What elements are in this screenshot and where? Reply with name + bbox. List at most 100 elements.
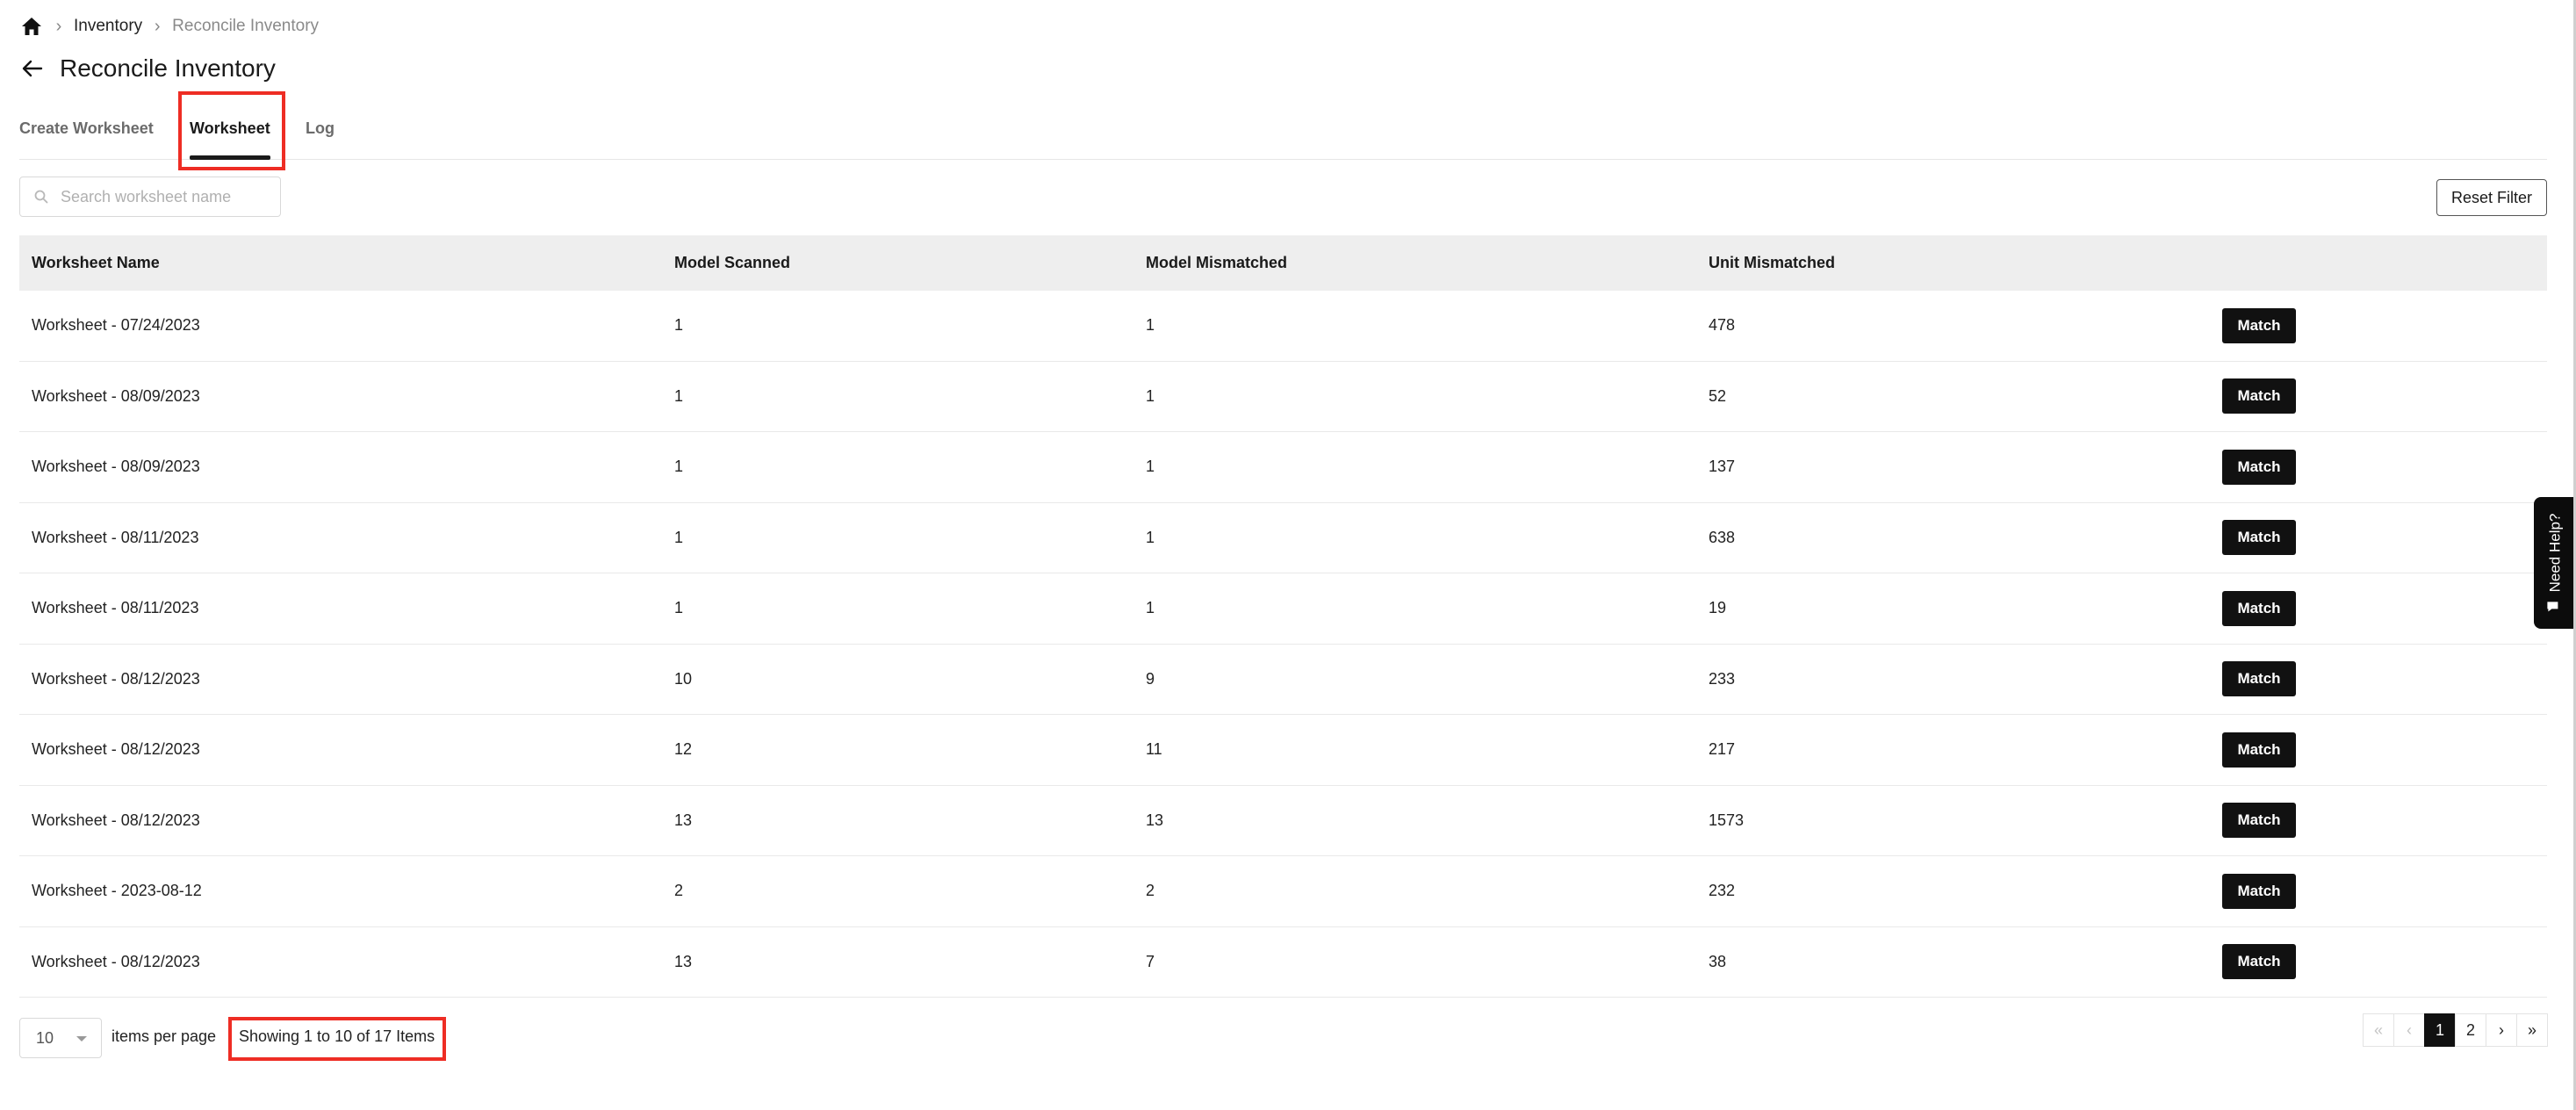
pagination-first-button: « [2363,1013,2394,1047]
need-help-button[interactable]: Need Help? [2534,497,2576,629]
cell-actions: Match [2222,803,2547,839]
match-button[interactable]: Match [2222,873,2296,909]
cell-model-scanned: 1 [674,599,684,617]
tab-active-indicator [190,155,270,160]
breadcrumb-reconcile-inventory: Reconcile Inventory [172,17,320,35]
cell-unit-mismatched: 137 [1709,458,1736,476]
table-header: Worksheet Name Model Scanned Model Misma… [19,235,2547,291]
cell-model-mismatched: 11 [1146,740,1162,759]
cell-unit-mismatched: 232 [1709,882,1736,900]
search-icon [34,190,48,204]
table-row: Worksheet - 08/11/2023 1 1 19 Match [19,573,2547,645]
cell-model-mismatched: 1 [1146,599,1155,617]
cell-model-mismatched: 7 [1146,952,1155,970]
cell-model-mismatched: 1 [1146,458,1155,476]
cell-unit-mismatched: 38 [1709,952,1727,970]
tab-worksheet[interactable]: Worksheet [190,97,270,160]
cell-actions: Match [2222,520,2547,556]
cell-worksheet-name: Worksheet - 08/09/2023 [32,458,200,476]
match-button[interactable]: Match [2222,307,2296,343]
tab-bar: Create Worksheet Worksheet Log [19,97,2547,160]
breadcrumb: › Inventory › Reconcile Inventory [19,12,319,40]
cell-worksheet-name: Worksheet - 08/11/2023 [32,528,199,546]
match-button[interactable]: Match [2222,732,2296,768]
home-icon[interactable] [19,14,44,39]
cell-model-mismatched: 2 [1146,882,1155,900]
table-body: Worksheet - 07/24/2023 1 1 478 Match Workshee… [19,291,2547,998]
chevron-down-icon [76,1036,87,1042]
cell-model-scanned: 1 [674,528,684,546]
cell-actions: Match [2222,590,2547,626]
cell-model-scanned: 1 [674,458,684,476]
pagination-page-2[interactable]: 2 [2455,1013,2486,1047]
cell-worksheet-name: Worksheet - 08/12/2023 [32,740,200,759]
cell-model-scanned: 1 [674,386,684,405]
breadcrumb-separator-icon: › [154,16,161,36]
page-title: Reconcile Inventory [60,54,276,82]
search-input[interactable] [61,187,271,206]
cell-unit-mismatched: 233 [1709,669,1736,688]
match-button[interactable]: Match [2222,944,2296,980]
cell-unit-mismatched: 638 [1709,528,1736,546]
pagination: «‹ 1 2 ›» [2363,1013,2548,1047]
match-button[interactable]: Match [2222,520,2296,556]
match-button[interactable]: Match [2222,661,2296,697]
cell-model-mismatched: 9 [1146,669,1155,688]
match-button[interactable]: Match [2222,449,2296,485]
cell-model-scanned: 1 [674,316,684,335]
cell-unit-mismatched: 1573 [1709,811,1745,829]
items-per-page-select[interactable]: 10 [19,1018,102,1058]
tab-create-worksheet[interactable]: Create Worksheet [19,97,154,160]
cell-actions: Match [2222,661,2547,697]
cell-worksheet-name: Worksheet - 07/24/2023 [32,316,200,335]
table-row: Worksheet - 2023-08-12 2 2 232 Match [19,856,2547,927]
match-button[interactable]: Match [2222,590,2296,626]
showing-items-text: Showing 1 to 10 of 17 Items [239,1027,435,1045]
back-arrow-icon[interactable] [19,55,46,82]
breadcrumb-separator-icon: › [55,16,62,36]
column-header-model-mismatched: Model Mismatched [1146,254,1288,271]
table-row: Worksheet - 08/12/2023 12 11 217 Match [19,715,2547,786]
match-button[interactable]: Match [2222,378,2296,414]
column-header-model-scanned: Model Scanned [674,254,791,271]
pagination-next-button[interactable]: › [2486,1013,2517,1047]
cell-worksheet-name: Worksheet - 08/12/2023 [32,952,200,970]
cell-actions: Match [2222,732,2547,768]
cell-model-scanned: 10 [674,669,693,688]
cell-worksheet-name: Worksheet - 2023-08-12 [32,882,202,900]
table-row: Worksheet - 08/09/2023 1 1 52 Match [19,362,2547,432]
table-row: Worksheet - 08/12/2023 10 9 233 Match [19,645,2547,715]
cell-unit-mismatched: 19 [1709,599,1727,617]
column-header-unit-mismatched: Unit Mismatched [1709,254,1836,271]
page-header: Reconcile Inventory [19,49,276,88]
table-row: Worksheet - 08/11/2023 1 1 638 Match [19,503,2547,573]
cell-worksheet-name: Worksheet - 08/12/2023 [32,811,200,829]
table-row: Worksheet - 08/12/2023 13 13 1573 Match [19,786,2547,856]
column-header-worksheet-name: Worksheet Name [32,254,160,271]
tab-log[interactable]: Log [306,97,335,160]
reset-filter-button[interactable]: Reset Filter [2436,179,2547,216]
cell-actions: Match [2222,873,2547,909]
cell-unit-mismatched: 217 [1709,740,1736,759]
cell-actions: Match [2222,378,2547,414]
cell-worksheet-name: Worksheet - 08/11/2023 [32,599,199,617]
cell-unit-mismatched: 52 [1709,386,1727,405]
chat-bubble-icon [2546,599,2565,613]
cell-model-scanned: 13 [674,811,693,829]
cell-worksheet-name: Worksheet - 08/12/2023 [32,669,200,688]
cell-model-mismatched: 13 [1146,811,1164,829]
cell-model-scanned: 12 [674,740,693,759]
cell-worksheet-name: Worksheet - 08/09/2023 [32,386,200,405]
items-per-page-label: items per page [112,1027,217,1045]
cell-model-mismatched: 1 [1146,528,1155,546]
pagination-page-1[interactable]: 1 [2424,1013,2456,1047]
match-button[interactable]: Match [2222,803,2296,839]
cell-model-mismatched: 1 [1146,316,1155,335]
cell-unit-mismatched: 478 [1709,316,1736,335]
breadcrumb-inventory[interactable]: Inventory [74,17,142,36]
cell-actions: Match [2222,944,2547,980]
worksheet-table: Worksheet Name Model Scanned Model Misma… [19,235,2547,998]
pagination-prev-button: ‹ [2393,1013,2425,1047]
pagination-last-button[interactable]: » [2516,1013,2548,1047]
cell-model-scanned: 2 [674,882,684,900]
